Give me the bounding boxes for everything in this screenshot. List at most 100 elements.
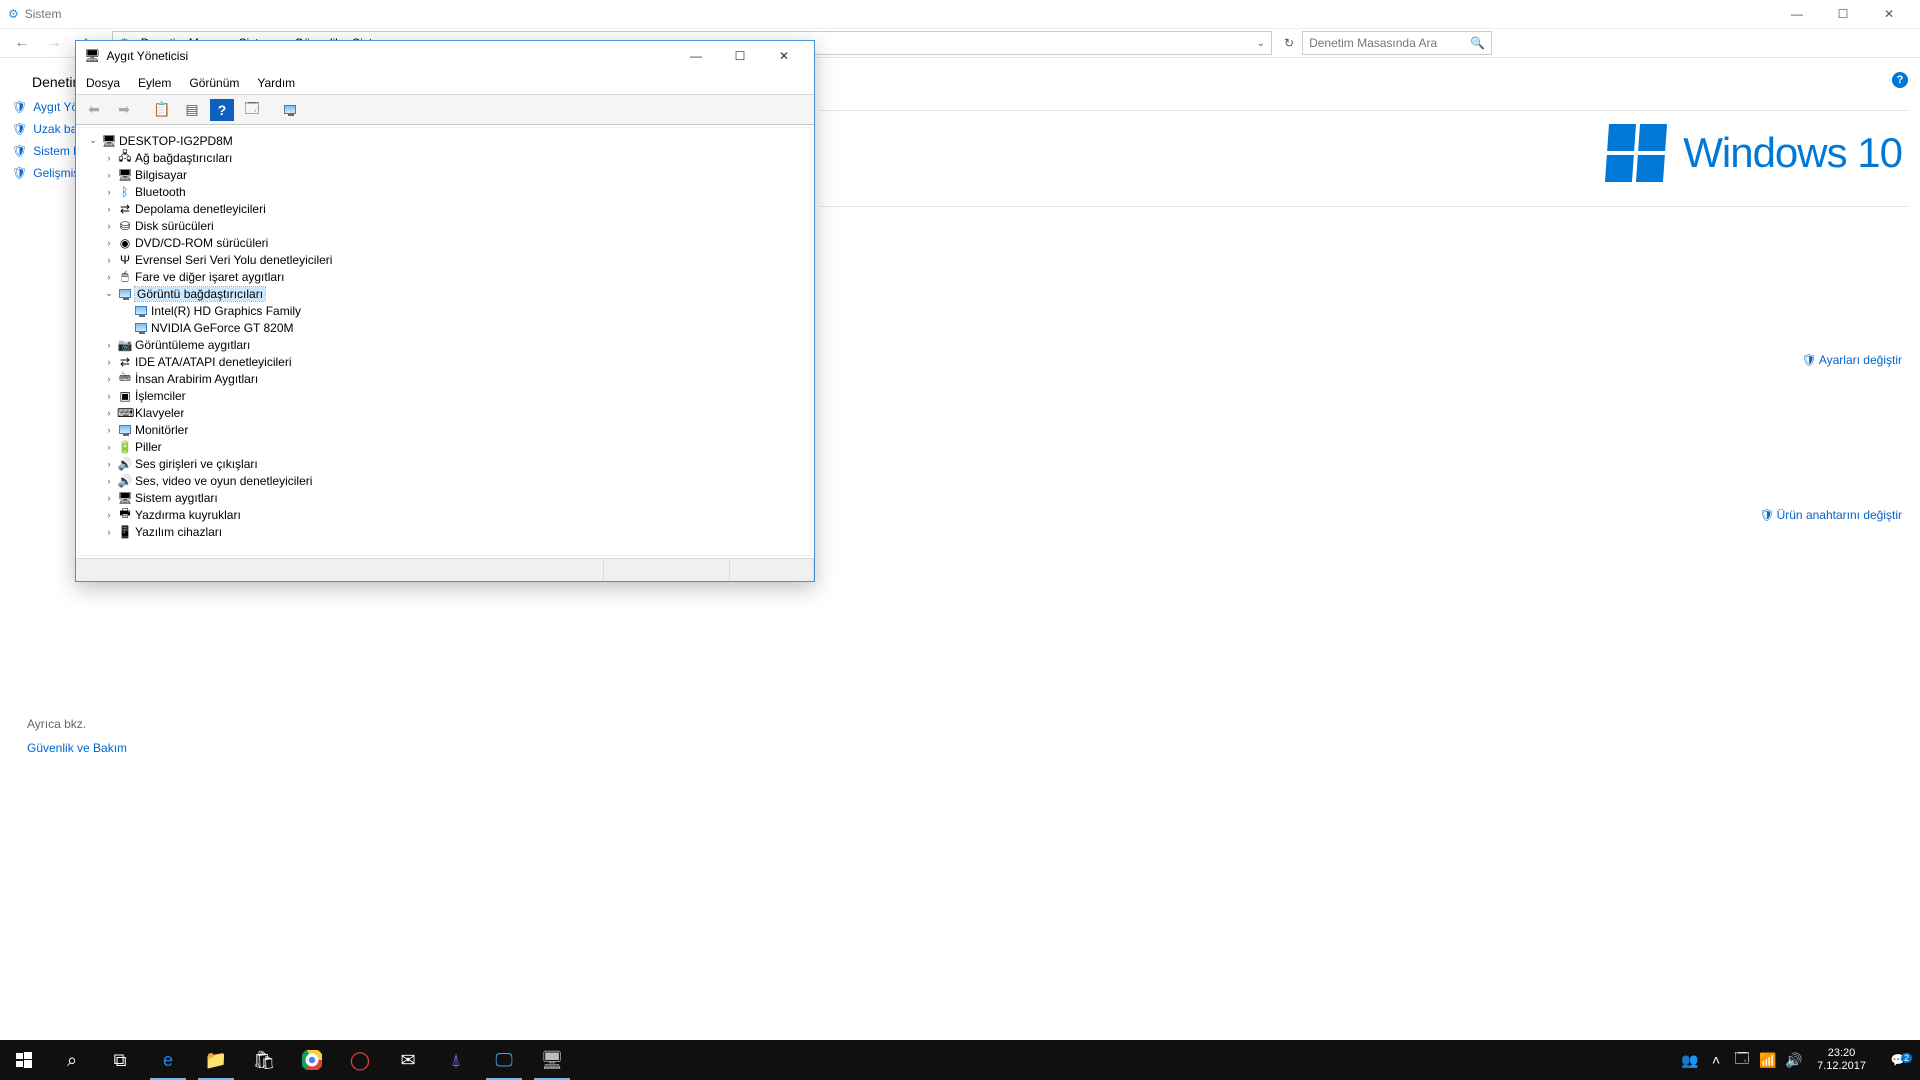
breadcrumb-dropdown-icon[interactable]: ⌄ — [1257, 38, 1265, 49]
search-input[interactable]: Denetim Masasında Ara 🔍 — [1302, 31, 1492, 55]
expand-icon[interactable]: › — [103, 221, 115, 231]
taskbar-opera[interactable]: ◯ — [336, 1040, 384, 1080]
menu-view[interactable]: Görünüm — [189, 76, 239, 90]
battery-icon[interactable]: 🗔 — [1729, 1048, 1755, 1072]
expand-icon[interactable]: › — [103, 476, 115, 486]
tree-category[interactable]: › Monitörler — [81, 421, 811, 438]
category-label: DVD/CD-ROM sürücüleri — [135, 236, 268, 250]
tree-category[interactable]: ›🖧Ağ bağdaştırıcıları — [81, 149, 811, 166]
expand-icon[interactable]: › — [103, 357, 115, 367]
taskbar-device-manager[interactable]: 🖥 — [528, 1040, 576, 1080]
category-label: Monitörler — [135, 423, 188, 437]
help-button[interactable]: ? — [210, 99, 234, 121]
tree-category[interactable]: ›🔊Ses, video ve oyun denetleyicileri — [81, 472, 811, 489]
properties-button[interactable]: ▤ — [180, 99, 204, 121]
tree-category[interactable]: ›🖮İnsan Arabirim Aygıtları — [81, 370, 811, 387]
tree-category[interactable]: ›ΨEvrensel Seri Veri Yolu denetleyiciler… — [81, 251, 811, 268]
windows-logo-area: Windows 10 — [1607, 124, 1902, 182]
tree-category[interactable]: ›ᛒBluetooth — [81, 183, 811, 200]
expand-icon[interactable]: › — [103, 527, 115, 537]
nav-back-button[interactable]: ⬅ — [82, 99, 106, 121]
tray-expand-icon[interactable]: ˄ — [1703, 1052, 1729, 1068]
category-icon: 🖮 — [117, 368, 133, 389]
category-icon: ⌨ — [117, 406, 133, 420]
start-button[interactable] — [0, 1040, 48, 1080]
tree-category[interactable]: ›🔋Piller — [81, 438, 811, 455]
tree-category[interactable]: ›⇄IDE ATA/ATAPI denetleyicileri — [81, 353, 811, 370]
search-button[interactable]: ⌕ — [48, 1040, 96, 1080]
expand-icon[interactable]: › — [103, 272, 115, 282]
menu-action[interactable]: Eylem — [138, 76, 171, 90]
volume-icon[interactable]: 🔊 — [1781, 1052, 1807, 1069]
tree-category[interactable]: ›🖱Fare ve diğer işaret aygıtları — [81, 268, 811, 285]
device-manager-titlebar[interactable]: 🖥 Aygıt Yöneticisi — ☐ ✕ — [76, 41, 814, 71]
change-product-key-link[interactable]: 🛡Ürün anahtarını değiştir — [1759, 508, 1902, 522]
taskbar-settings[interactable]: 🖵 — [480, 1040, 528, 1080]
taskbar-clock[interactable]: 23:20 7.12.2017 — [1807, 1047, 1876, 1073]
tree-category[interactable]: ›🖶Yazdırma kuyrukları — [81, 506, 811, 523]
tree-category[interactable]: ›📱Yazılım cihazları — [81, 523, 811, 540]
expand-icon[interactable]: › — [103, 374, 115, 384]
expand-icon[interactable]: › — [103, 493, 115, 503]
wifi-icon[interactable]: 📶 — [1755, 1052, 1781, 1069]
expand-icon[interactable]: › — [103, 391, 115, 401]
nav-forward-button[interactable]: ➡ — [112, 99, 136, 121]
tree-device[interactable]: NVIDIA GeForce GT 820M — [81, 319, 811, 336]
maximize-button[interactable]: ☐ — [718, 41, 762, 71]
expand-icon[interactable]: › — [103, 255, 115, 265]
tree-category[interactable]: ›🔊Ses girişleri ve çıkışları — [81, 455, 811, 472]
device-manager-toolbar: ⬅ ➡ 📋 ▤ ? 🗔 — [76, 95, 814, 125]
taskbar-mail[interactable]: ✉ — [384, 1040, 432, 1080]
expand-icon[interactable]: › — [103, 187, 115, 197]
change-settings-link[interactable]: 🛡Ayarları değiştir — [1802, 353, 1902, 367]
help-button[interactable]: ? — [1892, 72, 1908, 88]
scan-button[interactable]: 🗔 — [240, 99, 264, 121]
expand-icon[interactable]: › — [103, 204, 115, 214]
maximize-button[interactable]: ☐ — [1820, 0, 1866, 28]
menu-help[interactable]: Yardım — [257, 76, 295, 90]
expand-icon[interactable]: › — [103, 153, 115, 163]
tree-category[interactable]: ›▣İşlemciler — [81, 387, 811, 404]
taskbar-store[interactable]: 🛍 — [240, 1040, 288, 1080]
minimize-button[interactable]: — — [674, 41, 718, 71]
taskbar-time: 23:20 — [1817, 1047, 1866, 1060]
search-placeholder: Denetim Masasında Ara — [1309, 36, 1437, 50]
notifications-button[interactable]: 💬2 — [1876, 1053, 1920, 1067]
tree-category[interactable]: ›⌨Klavyeler — [81, 404, 811, 421]
back-button[interactable]: ← — [10, 34, 34, 52]
tree-category[interactable]: ›📷Görüntüleme aygıtları — [81, 336, 811, 353]
minimize-button[interactable]: — — [1774, 0, 1820, 28]
device-tree[interactable]: ⌄🖥DESKTOP-IG2PD8M›🖧Ağ bağdaştırıcıları›🖥… — [78, 127, 812, 556]
expand-icon[interactable]: › — [103, 510, 115, 520]
tree-category[interactable]: ›🖥Sistem aygıtları — [81, 489, 811, 506]
tree-category[interactable]: ›⇄Depolama denetleyicileri — [81, 200, 811, 217]
expand-icon[interactable]: › — [103, 408, 115, 418]
also-see-link[interactable]: Güvenlik ve Bakım — [27, 741, 127, 755]
tree-category[interactable]: ⌄Görüntü bağdaştırıcıları — [81, 285, 811, 302]
expand-icon[interactable]: › — [103, 238, 115, 248]
expand-icon[interactable]: › — [103, 170, 115, 180]
close-button[interactable]: ✕ — [1866, 0, 1912, 28]
taskbar-edge[interactable]: e — [144, 1040, 192, 1080]
monitor-button[interactable] — [278, 99, 302, 121]
expand-icon[interactable]: › — [103, 442, 115, 452]
taskbar-explorer[interactable]: 📁 — [192, 1040, 240, 1080]
taskview-button[interactable]: ⧉ — [96, 1040, 144, 1080]
taskbar-torrent[interactable]: ⍋ — [432, 1040, 480, 1080]
forward-button[interactable]: → — [42, 34, 66, 52]
tree-category[interactable]: ›🖥Bilgisayar — [81, 166, 811, 183]
menu-file[interactable]: Dosya — [86, 76, 120, 90]
expand-icon[interactable]: › — [103, 425, 115, 435]
tree-root[interactable]: ⌄🖥DESKTOP-IG2PD8M — [81, 132, 811, 149]
tree-device[interactable]: Intel(R) HD Graphics Family — [81, 302, 811, 319]
people-icon[interactable]: 👥 — [1677, 1052, 1703, 1069]
show-hidden-button[interactable]: 📋 — [150, 99, 174, 121]
tree-category[interactable]: ›◉DVD/CD-ROM sürücüleri — [81, 234, 811, 251]
expand-icon[interactable]: ⌄ — [103, 288, 115, 299]
refresh-button[interactable]: ↻ — [1284, 36, 1294, 50]
expand-icon[interactable]: › — [103, 340, 115, 350]
expand-icon[interactable]: › — [103, 459, 115, 469]
close-button[interactable]: ✕ — [762, 41, 806, 71]
tree-category[interactable]: ›⛁Disk sürücüleri — [81, 217, 811, 234]
taskbar-chrome[interactable] — [288, 1040, 336, 1080]
